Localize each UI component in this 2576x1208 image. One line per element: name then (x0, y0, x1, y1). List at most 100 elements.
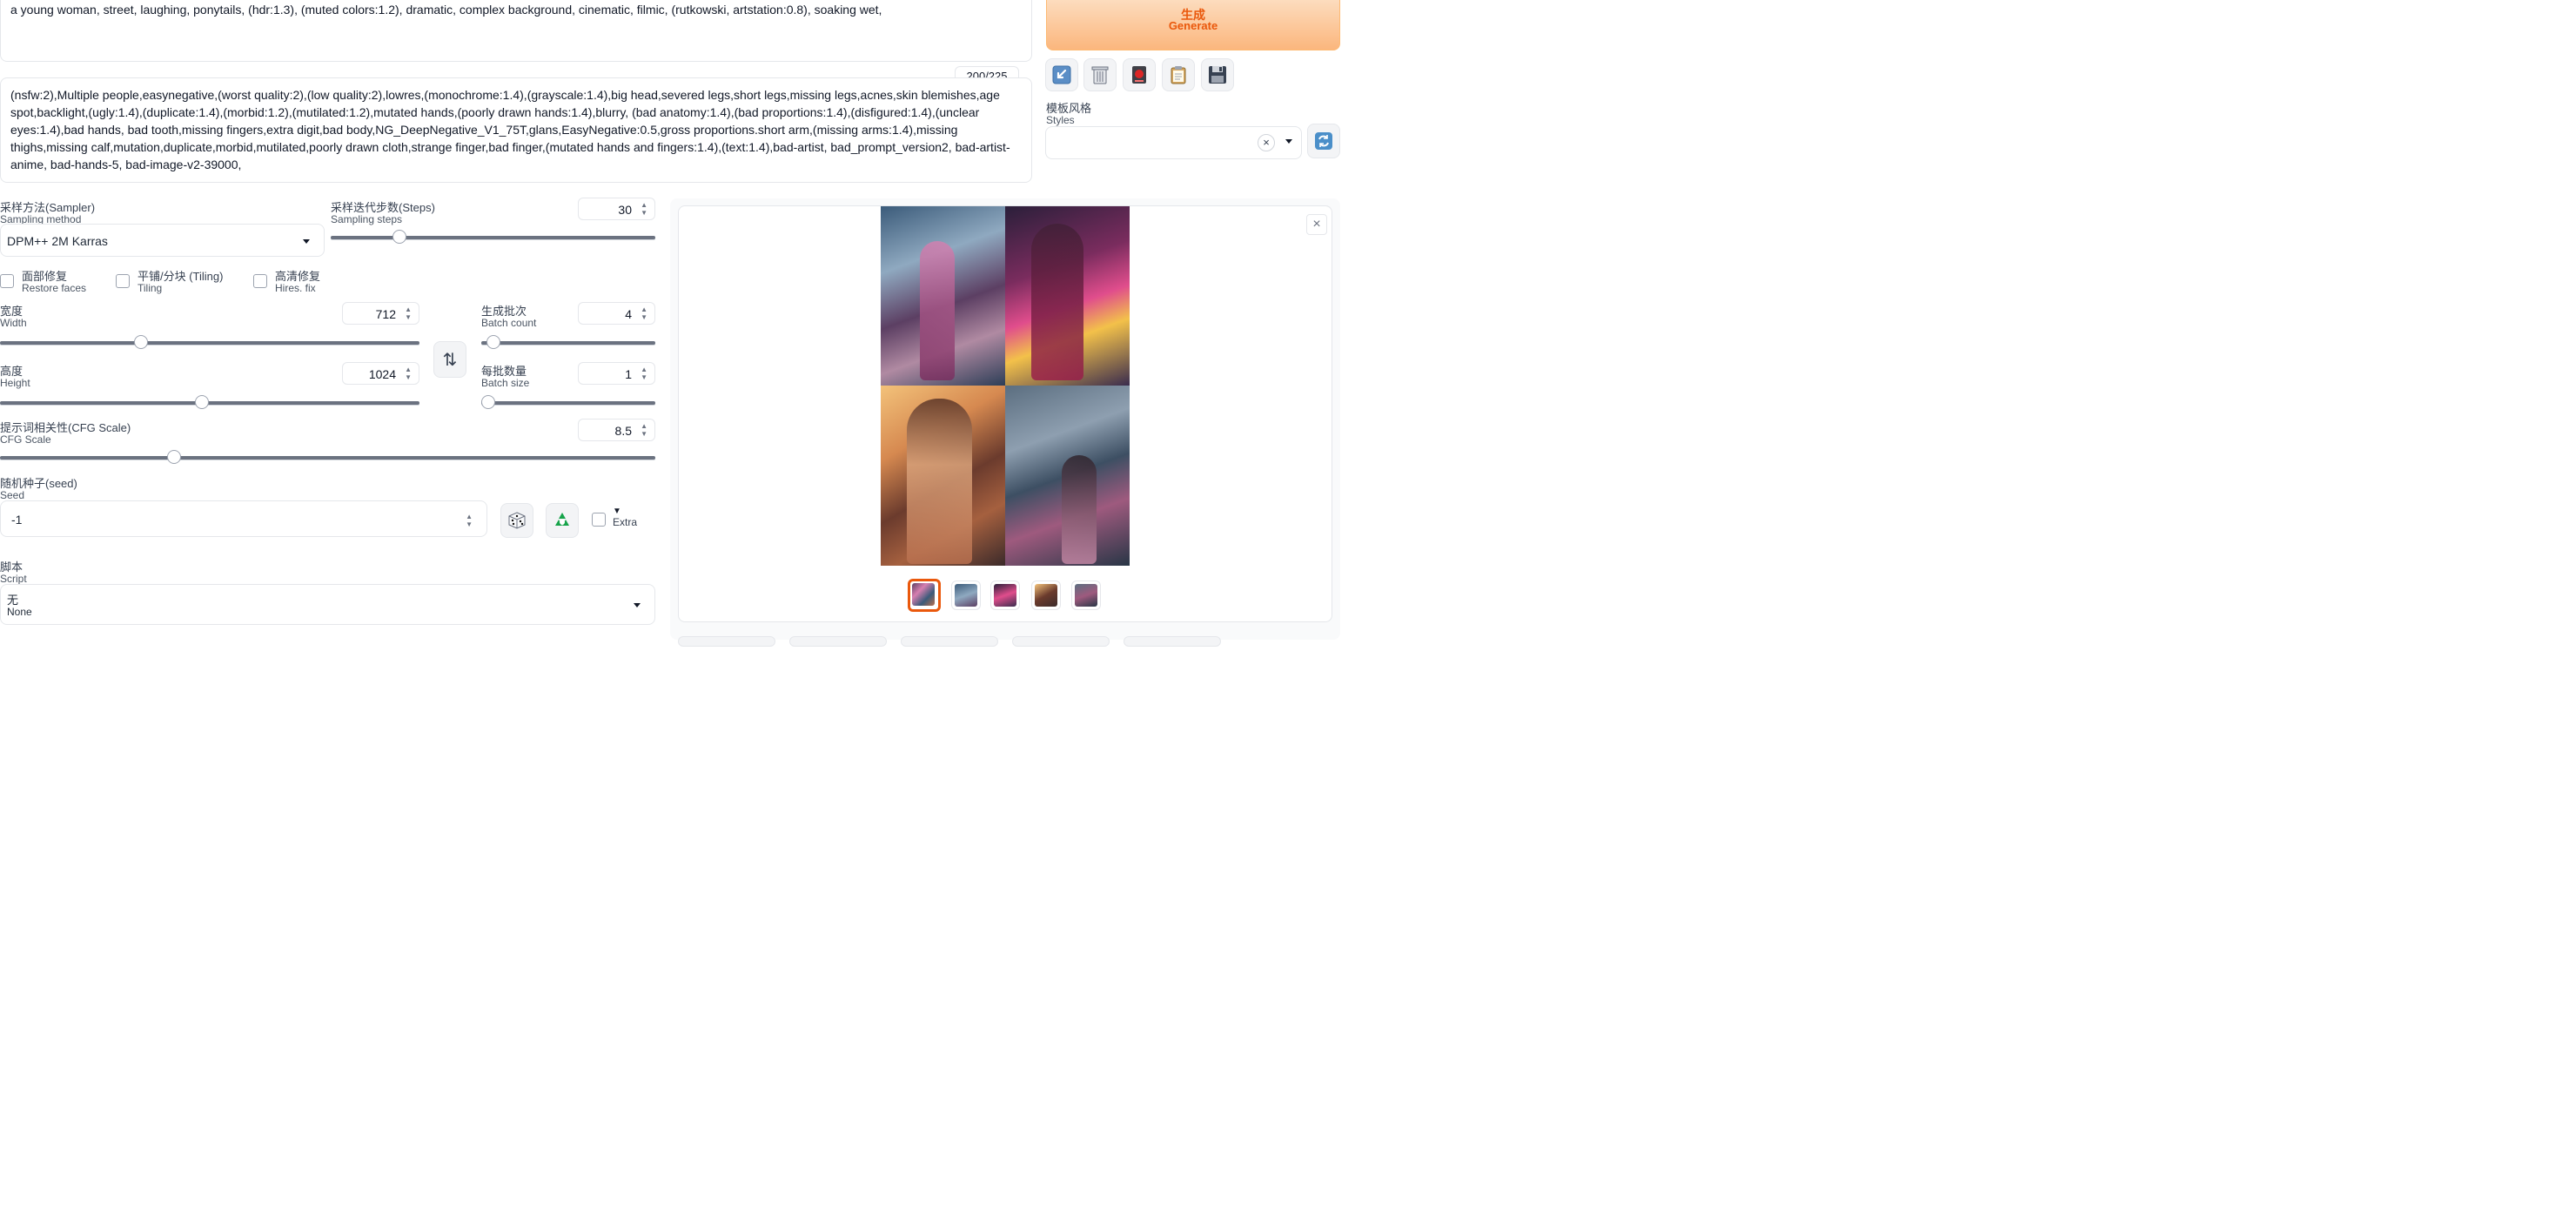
negative-prompt-text: (nsfw:2),Multiple people,easynegative,(w… (10, 88, 1010, 171)
generated-image-2[interactable] (1005, 206, 1130, 386)
save-icon[interactable] (1201, 58, 1234, 91)
refresh-icon[interactable] (1307, 124, 1340, 158)
cfg-slider[interactable] (0, 450, 655, 464)
bottom-button[interactable] (789, 636, 887, 647)
generate-label-en: Generate (1168, 19, 1218, 32)
batch-size-number-input[interactable]: 1 ▲ ▼ (578, 362, 655, 385)
spinner-icon[interactable]: ▲ ▼ (641, 305, 647, 321)
bottom-button[interactable] (1124, 636, 1221, 647)
arrow-in-box-icon[interactable] (1045, 58, 1078, 91)
dice-icon (508, 512, 526, 529)
thumbnail-3[interactable] (1031, 581, 1061, 610)
cfg-value: 8.5 (614, 424, 632, 438)
spinner-icon[interactable]: ▲ ▼ (466, 513, 473, 528)
generated-image-1[interactable] (881, 206, 1005, 386)
restore-faces-label-cn: 面部修复 (22, 270, 68, 283)
batch-count-label-en: Batch count (481, 317, 537, 329)
swap-dimensions-button[interactable]: ⇅ (433, 341, 466, 378)
thumbnail-image (1075, 584, 1097, 607)
thumbnail-1[interactable] (951, 581, 981, 610)
cfg-number-input[interactable]: 8.5 ▲ ▼ (578, 419, 655, 441)
thumbnail-2[interactable] (990, 581, 1020, 610)
batch-count-value: 4 (625, 307, 632, 321)
sampler-label-cn: 采样方法(Sampler) (0, 201, 96, 214)
tiling-checkbox[interactable] (116, 274, 130, 288)
batch-size-value: 1 (625, 367, 632, 381)
height-slider-thumb[interactable] (195, 395, 209, 409)
steps-number-input[interactable]: 30 ▲ ▼ (578, 198, 655, 220)
negative-prompt-box[interactable]: (nsfw:2),Multiple people,easynegative,(w… (0, 77, 1032, 183)
positive-prompt-text: a young woman, street, laughing, ponytai… (10, 3, 882, 17)
thumbnail-4[interactable] (1071, 581, 1101, 610)
spinner-icon[interactable]: ▲ ▼ (405, 366, 412, 381)
thumbnail-image (994, 584, 1016, 607)
steps-slider-thumb[interactable] (392, 230, 406, 244)
steps-value: 30 (618, 203, 632, 217)
batch-count-slider-thumb[interactable] (486, 335, 500, 349)
thumbnail-image (1035, 584, 1057, 607)
height-number-input[interactable]: 1024 ▲ ▼ (342, 362, 419, 385)
sampler-dropdown[interactable]: DPM++ 2M Karras (0, 224, 325, 257)
thumbnail-image (912, 583, 935, 606)
generated-image-4[interactable] (1005, 386, 1130, 566)
hires-fix-checkbox[interactable] (253, 274, 267, 288)
batch-size-slider[interactable] (481, 395, 655, 409)
trash-icon[interactable] (1083, 58, 1117, 91)
restore-faces-checkbox[interactable] (0, 274, 14, 288)
dice-button[interactable] (500, 503, 533, 538)
red-card-icon[interactable] (1123, 58, 1156, 91)
script-dropdown[interactable]: 无 None (0, 584, 655, 625)
triangle-down-icon: ▼ (613, 507, 621, 516)
batch-count-number-input[interactable]: 4 ▲ ▼ (578, 302, 655, 325)
batch-count-slider[interactable] (481, 335, 655, 349)
generated-image-3[interactable] (881, 386, 1005, 566)
clipboard-icon[interactable] (1162, 58, 1195, 91)
figure-shape (1031, 224, 1083, 380)
seed-input[interactable]: -1 ▲ ▼ (0, 500, 487, 537)
recycle-icon (555, 513, 569, 526)
styles-clear-button[interactable]: × (1258, 134, 1275, 151)
figure-shape (920, 241, 955, 380)
steps-label-en: Sampling steps (331, 213, 403, 225)
seed-label-cn: 随机种子(seed) (0, 477, 77, 490)
height-label-en: Height (0, 377, 30, 389)
spinner-icon[interactable]: ▲ ▼ (405, 305, 412, 321)
steps-label-cn: 采样迭代步数(Steps) (331, 201, 435, 214)
restore-faces-label-en: Restore faces (22, 282, 87, 294)
generate-button[interactable]: 生成 Generate (1046, 0, 1340, 50)
figure-shape (1062, 455, 1097, 564)
cfg-slider-thumb[interactable] (167, 450, 181, 464)
height-slider[interactable] (0, 395, 419, 409)
recycle-button[interactable] (546, 503, 579, 538)
styles-label-cn: 模板风格 (1046, 102, 1092, 115)
bottom-button[interactable] (901, 636, 998, 647)
extra-toggle[interactable]: ▼ Extra (613, 507, 637, 529)
bottom-button[interactable] (1012, 636, 1110, 647)
batch-size-slider-thumb[interactable] (481, 395, 495, 409)
height-label-cn: 高度 (0, 365, 23, 378)
spinner-icon[interactable]: ▲ ▼ (641, 201, 647, 217)
tiling-label-en: Tiling (138, 282, 163, 294)
close-icon[interactable]: × (1306, 214, 1327, 235)
steps-slider[interactable] (331, 230, 655, 244)
chevron-down-icon (634, 603, 641, 607)
chevron-down-icon (1285, 139, 1292, 144)
thumbnail-image (955, 584, 977, 607)
script-label-cn: 脚本 (0, 560, 23, 574)
width-slider-thumb[interactable] (134, 335, 148, 349)
spinner-icon[interactable]: ▲ ▼ (641, 366, 647, 381)
sampler-value: DPM++ 2M Karras (7, 234, 108, 248)
positive-prompt-box[interactable]: a young woman, street, laughing, ponytai… (0, 0, 1032, 62)
extra-checkbox[interactable] (592, 513, 606, 527)
tiling-label-cn: 平铺/分块 (Tiling) (138, 270, 224, 283)
width-number-input[interactable]: 712 ▲ ▼ (342, 302, 419, 325)
bottom-button[interactable] (678, 636, 775, 647)
width-slider[interactable] (0, 335, 419, 349)
styles-dropdown[interactable]: × (1045, 126, 1302, 159)
thumbnail-grid[interactable] (908, 579, 941, 612)
width-label-cn: 宽度 (0, 305, 23, 318)
styles-label-en: Styles (1046, 114, 1075, 126)
seed-value: -1 (11, 513, 23, 527)
bottom-button-strip (678, 634, 1357, 647)
spinner-icon[interactable]: ▲ ▼ (641, 422, 647, 438)
